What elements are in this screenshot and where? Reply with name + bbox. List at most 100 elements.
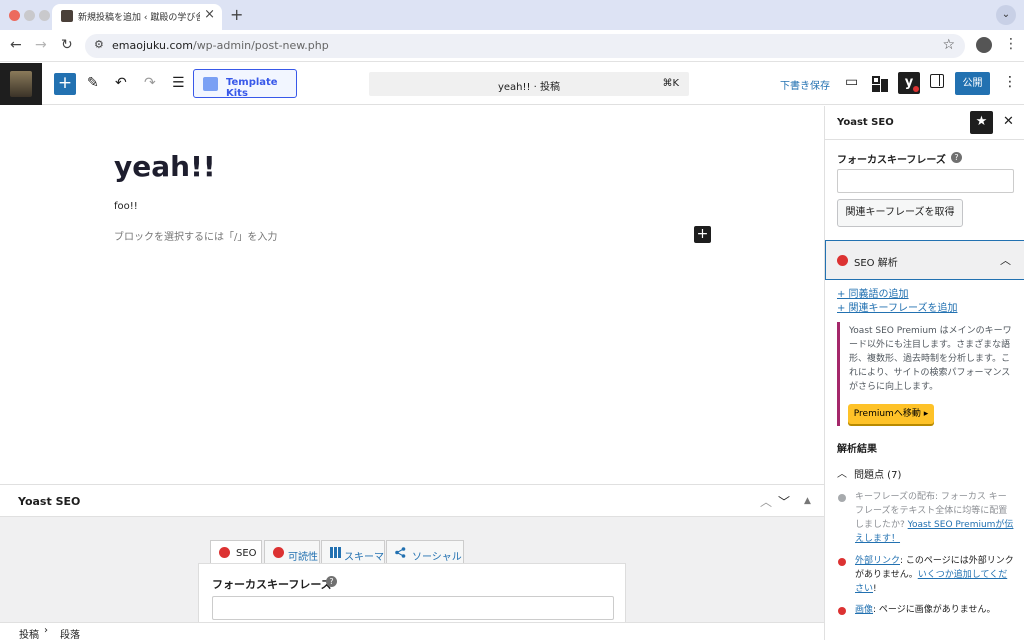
save-draft-button[interactable]: 下書き保存	[780, 77, 830, 92]
forward-arrow-icon[interactable]: →	[35, 37, 47, 53]
status-dot-red	[838, 607, 846, 615]
move-up-chevron-icon[interactable]: ︿	[760, 493, 772, 510]
focus-keyphrase-label: フォーカスキーフレーズ	[837, 155, 946, 166]
template-kits-label: Template Kits	[226, 77, 278, 99]
block-breadcrumb: 投稿 › 段落	[0, 622, 824, 640]
url-host: emaojuku.com	[112, 39, 193, 52]
tab-search-chevron-icon[interactable]: ⌄	[996, 5, 1016, 25]
new-tab-icon[interactable]: +	[230, 5, 243, 24]
star-pin-icon[interactable]: ★	[970, 111, 993, 134]
pencil-tools-icon[interactable]: ✎	[87, 75, 99, 91]
add-synonyms-link[interactable]: + 同義語の追加	[837, 285, 909, 300]
redo-icon[interactable]: ↷	[144, 75, 156, 91]
url-path: /wp-admin/post-new.php	[192, 39, 329, 52]
elementor-icon[interactable]	[871, 75, 889, 93]
seo-analysis-toggle[interactable]: SEO 解析 ︿	[825, 240, 1024, 280]
sidebar-title: Yoast SEO	[837, 117, 894, 128]
window-minimize-button[interactable]	[24, 10, 35, 21]
analysis-result-item: キーフレーズの配布: フォーカス キーフレーズをテキスト全体に均等に配置しました…	[837, 490, 1017, 550]
tab-readability-label: 可読性	[288, 552, 318, 563]
document-title: yeah!! · 投稿	[497, 82, 561, 93]
yoast-metabox: Yoast SEO ︿ ﹀ ▲ SEO 可読性 スキーマ ソーシャル フォーカス…	[0, 484, 824, 625]
back-arrow-icon[interactable]: ←	[10, 37, 22, 53]
tab-seo-label: SEO	[236, 548, 257, 559]
focus-keyphrase-input[interactable]	[837, 169, 1014, 193]
images-link[interactable]: 画像	[855, 605, 873, 615]
result-tail: !	[873, 584, 877, 594]
publish-button[interactable]: 公開	[955, 72, 990, 95]
breadcrumb-post[interactable]: 投稿	[19, 626, 39, 640]
tab-schema-label: スキーマ	[344, 552, 384, 563]
chevron-up-icon: ︿	[1000, 254, 1011, 267]
list-view-icon[interactable]: ☰	[172, 75, 185, 91]
help-icon[interactable]: ?	[951, 152, 962, 163]
window-maximize-button[interactable]	[39, 10, 50, 21]
tab-favicon-icon	[61, 10, 73, 22]
yoast-sidebar: Yoast SEO ★ ✕ フォーカスキーフレーズ ? 関連キーフレーズを取得 …	[824, 106, 1024, 640]
collapse-triangle-icon[interactable]: ▲	[804, 496, 811, 506]
editor-canvas[interactable]: yeah!! foo!! ブロックを選択するには「/」を入力 +	[0, 106, 824, 484]
options-menu-icon[interactable]: ⋮	[1003, 74, 1017, 90]
analysis-result-item: 外部リンク: このページには外部リンクがありません。いくつか追加してください!	[837, 554, 1017, 598]
result-text: 外部リンク: このページには外部リンクがありません。いくつか追加してください!	[855, 554, 1015, 596]
get-related-keyphrases-button[interactable]: 関連キーフレーズを取得	[837, 199, 963, 227]
status-dot-gray	[838, 494, 846, 502]
status-dot-red	[838, 558, 846, 566]
metabox-title: Yoast SEO	[18, 495, 81, 508]
chevron-up-icon[interactable]: ︿	[837, 465, 847, 480]
breadcrumb-separator: ›	[44, 625, 48, 636]
bookmark-star-icon[interactable]: ☆	[942, 37, 955, 53]
sad-face-icon	[273, 547, 284, 558]
settings-sidebar-icon[interactable]	[930, 74, 944, 88]
sad-face-icon	[837, 255, 848, 266]
add-block-button[interactable]: +	[694, 226, 711, 243]
tab-social-label: ソーシャル	[412, 552, 462, 563]
block-inserter-toggle[interactable]: +	[54, 73, 76, 95]
tab-title: 新規投稿を追加 ‹ 蹴殿の学び舎 —	[78, 13, 200, 23]
site-logo-button[interactable]	[0, 63, 42, 105]
undo-icon[interactable]: ↶	[115, 75, 127, 91]
command-shortcut: ⌘K	[662, 78, 679, 89]
seo-analysis-label: SEO 解析	[854, 258, 898, 269]
metabox-header[interactable]: Yoast SEO ︿ ﹀ ▲	[0, 485, 824, 517]
post-title[interactable]: yeah!!	[114, 150, 216, 183]
template-kits-icon	[203, 77, 218, 91]
result-message: : ページに画像がありません。	[873, 605, 996, 615]
browser-tab[interactable]: 新規投稿を追加 ‹ 蹴殿の学び舎 — ×	[52, 4, 222, 30]
analysis-result-item: 画像: ページに画像がありません。	[837, 603, 1017, 633]
breadcrumb-paragraph[interactable]: 段落	[60, 626, 80, 640]
tab-close-icon[interactable]: ×	[204, 7, 215, 22]
problems-toggle[interactable]: 問題点 (7)	[854, 466, 901, 481]
preview-desktop-icon[interactable]: ▭	[845, 74, 858, 90]
share-icon	[395, 547, 406, 558]
sad-face-icon	[219, 547, 230, 558]
seo-tab-panel: フォーカスキーフレーズ ?	[198, 563, 626, 625]
template-kits-button[interactable]: Template Kits	[193, 69, 297, 99]
window-close-button[interactable]	[9, 10, 20, 21]
result-text: 画像: ページに画像がありません。	[855, 603, 1015, 617]
help-icon[interactable]: ?	[326, 576, 337, 587]
profile-avatar[interactable]	[976, 37, 992, 53]
focus-keyphrase-input[interactable]	[212, 596, 614, 620]
paragraph-block[interactable]: foo!!	[114, 201, 138, 212]
empty-block-placeholder[interactable]: ブロックを選択するには「/」を入力	[114, 228, 277, 243]
go-premium-button[interactable]: Premiumへ移動 ▸	[848, 404, 934, 424]
external-links-link[interactable]: 外部リンク	[855, 556, 900, 566]
site-icon-image	[10, 71, 32, 97]
yoast-status-dot	[913, 86, 919, 92]
command-palette-bar[interactable]: yeah!! · 投稿 ⌘K	[369, 72, 689, 96]
url-text[interactable]: emaojuku.com/wp-admin/post-new.php	[112, 39, 329, 52]
site-info-icon[interactable]: ⚙	[94, 38, 104, 51]
reload-icon[interactable]: ↻	[61, 37, 73, 53]
browser-toolbar: ← → ↻ ⚙ emaojuku.com/wp-admin/post-new.p…	[0, 30, 1024, 62]
browser-tab-strip: 新規投稿を追加 ‹ 蹴殿の学び舎 — × + ⌄	[0, 0, 1024, 30]
divider	[825, 139, 1024, 140]
close-icon[interactable]: ✕	[1003, 114, 1014, 129]
premium-upsell: Yoast SEO Premium はメインのキーワード以外にも注目します。さま…	[837, 322, 1014, 426]
add-related-keyphrase-link[interactable]: + 関連キーフレーズを追加	[837, 299, 957, 314]
move-down-chevron-icon[interactable]: ﹀	[778, 493, 790, 510]
address-bar[interactable]: ⚙ emaojuku.com/wp-admin/post-new.php ☆	[85, 34, 965, 58]
schema-grid-icon	[330, 547, 341, 558]
browser-menu-icon[interactable]: ⋮	[1004, 36, 1018, 52]
editor-header: + ✎ ↶ ↷ ☰ Template Kits yeah!! · 投稿 ⌘K 下…	[0, 63, 1024, 105]
